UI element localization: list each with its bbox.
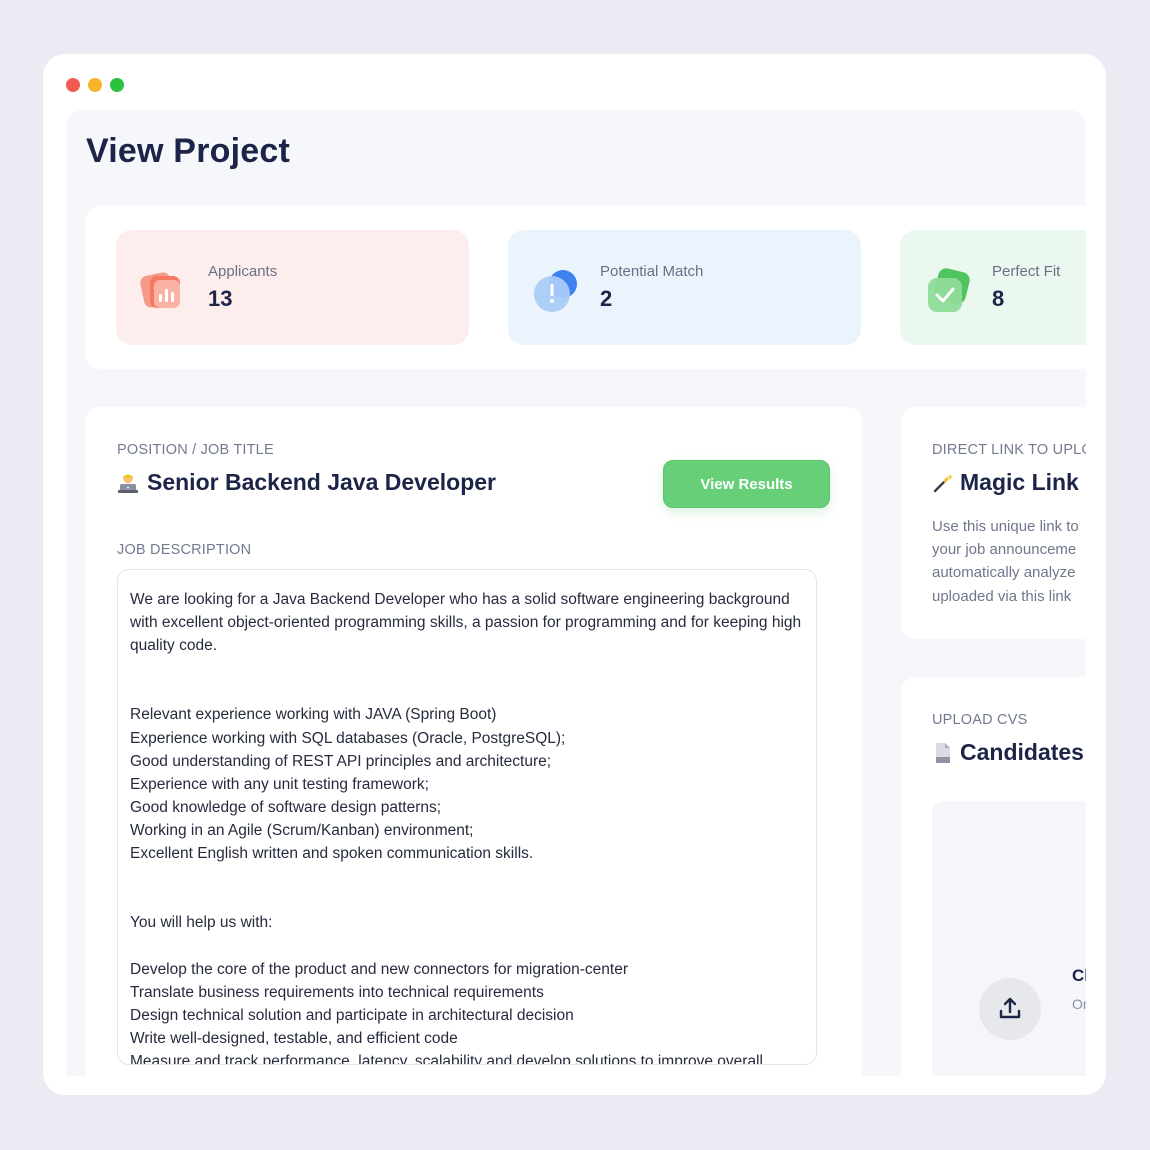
stat-label: Perfect Fit [992, 263, 1061, 280]
app-window: View Project Applicants 13 Potential Mat… [43, 54, 1106, 1095]
cv-upload-dropzone[interactable]: Cl Or [932, 801, 1086, 1076]
magic-link-line: automatically analyze [932, 564, 1076, 582]
magic-link-description: Use this unique link to your job announc… [932, 515, 1086, 608]
responsibility-line: Write well-designed, testable, and effic… [130, 1029, 458, 1047]
requirement-line: Excellent English written and spoken com… [130, 845, 534, 863]
requirement-line: Experience working with SQL databases (O… [130, 729, 566, 747]
responsibility-line: Translate business requirements into tec… [130, 983, 544, 1001]
responsibility-line: Design technical solution and participat… [130, 1006, 574, 1024]
requirement-line: Good knowledge of software design patter… [130, 798, 442, 816]
job-description-caption: JOB DESCRIPTION [117, 542, 252, 558]
check-shield-icon [928, 268, 970, 312]
close-window-button[interactable] [66, 78, 80, 92]
chart-folder-icon [140, 272, 180, 308]
window-controls [66, 78, 124, 92]
requirement-line: Working in an Agile (Scrum/Kanban) envir… [130, 821, 474, 839]
stat-value: 2 [600, 286, 613, 311]
job-title-row: Senior Backend Java Developer [117, 469, 496, 496]
upload-hint: Or [1072, 996, 1086, 1012]
upload-prompt: Cl [1072, 966, 1086, 985]
stat-card-potential-match[interactable]: Potential Match 2 [508, 230, 861, 345]
page-title: View Project [86, 132, 290, 170]
magic-link-title: Magic Link [960, 469, 1079, 495]
responsibility-line: Measure and track performance, latency, … [130, 1052, 763, 1065]
stat-card-applicants[interactable]: Applicants 13 [116, 230, 469, 345]
job-title: Senior Backend Java Developer [147, 469, 496, 495]
stat-value: 8 [992, 286, 1005, 311]
responsibility-line: Develop the core of the product and new … [130, 960, 628, 978]
requirement-line: Relevant experience working with JAVA (S… [130, 706, 497, 724]
document-icon [936, 742, 950, 763]
stat-value: 13 [208, 286, 233, 311]
stat-card-perfect-fit[interactable]: Perfect Fit 8 [900, 230, 1086, 345]
job-description-field[interactable]: We are looking for a Java Backend Develo… [117, 569, 817, 1065]
magic-link-line: uploaded via this link [932, 587, 1072, 605]
magic-link-panel: DIRECT LINK TO UPLOA Magic Link Use this… [901, 407, 1086, 639]
magic-link-line: your job announceme [932, 541, 1077, 559]
magic-link-caption: DIRECT LINK TO UPLOA [932, 442, 1086, 458]
requirement-line: Experience with any unit testing framewo… [130, 775, 429, 793]
candidates-title: Candidates [960, 739, 1084, 765]
upload-icon [999, 997, 1021, 1019]
job-title-caption: POSITION / JOB TITLE [117, 442, 274, 458]
requirement-line: Good understanding of REST API principle… [130, 752, 552, 770]
candidates-panel: UPLOAD CVS Candidates Cl [901, 677, 1086, 1076]
view-results-button[interactable]: View Results [663, 460, 830, 508]
alert-bubble-icon [534, 270, 577, 312]
maximize-window-button[interactable] [110, 78, 124, 92]
upload-cvs-caption: UPLOAD CVS [932, 712, 1028, 728]
stat-label: Potential Match [600, 263, 704, 280]
page-content: View Project Applicants 13 Potential Mat… [66, 110, 1086, 1076]
upload-button[interactable] [979, 978, 1041, 1040]
minimize-window-button[interactable] [88, 78, 102, 92]
job-panel: POSITION / JOB TITLE Senior Backend Java… [86, 407, 862, 1076]
candidates-title-row: Candidates [932, 739, 1084, 766]
stat-label: Applicants [208, 263, 278, 280]
technologist-icon [118, 474, 138, 493]
magic-link-line: Use this unique link to [932, 518, 1079, 535]
magic-wand-icon [933, 473, 953, 492]
help-heading: You will help us with: [130, 914, 273, 932]
stats-panel: Applicants 13 Potential Match 2 Perfect … [86, 206, 1086, 369]
description-intro: We are looking for a Java Backend Develo… [130, 591, 802, 655]
magic-link-title-row: Magic Link [932, 469, 1079, 496]
